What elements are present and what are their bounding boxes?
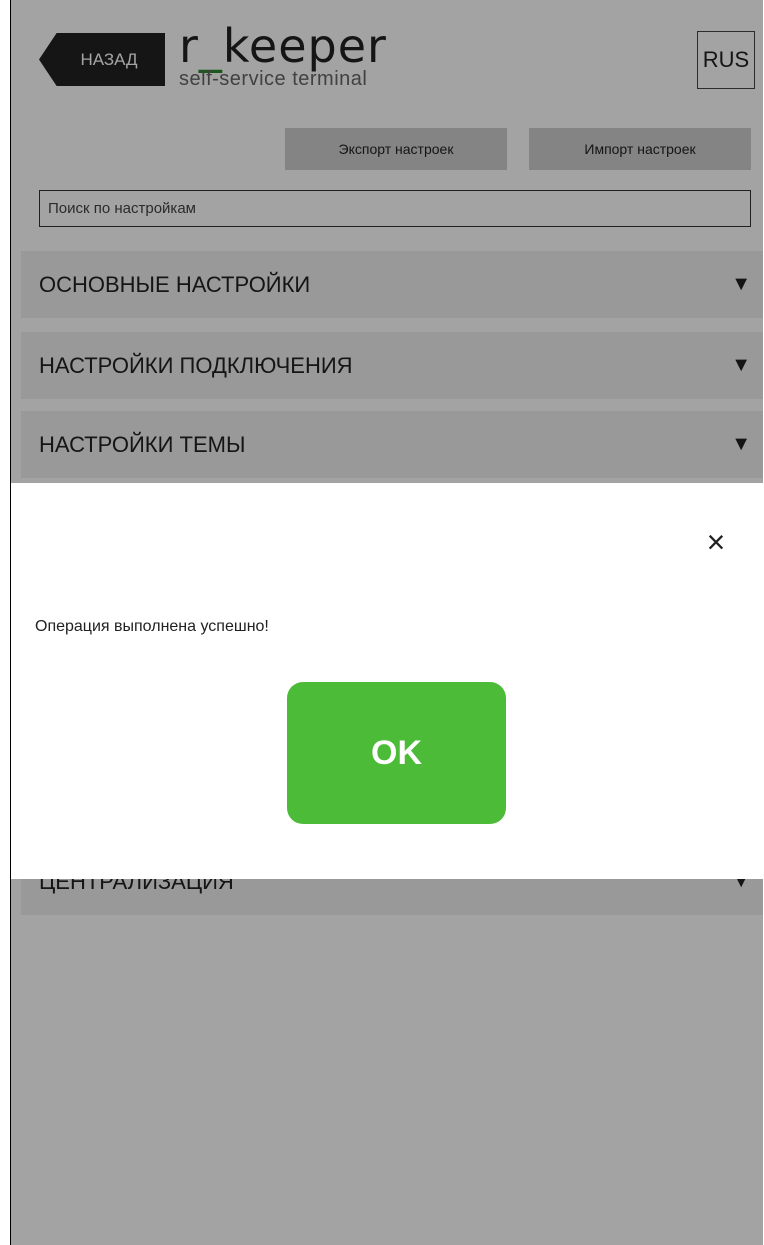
dialog-message: Операция выполнена успешно! [35,618,269,635]
success-dialog: × Операция выполнена успешно! OK [11,483,763,879]
app-frame: НАЗАД r_keeper self-service terminal RUS… [10,0,763,1245]
ok-button[interactable]: OK [287,682,506,824]
close-icon[interactable]: × [701,526,731,558]
